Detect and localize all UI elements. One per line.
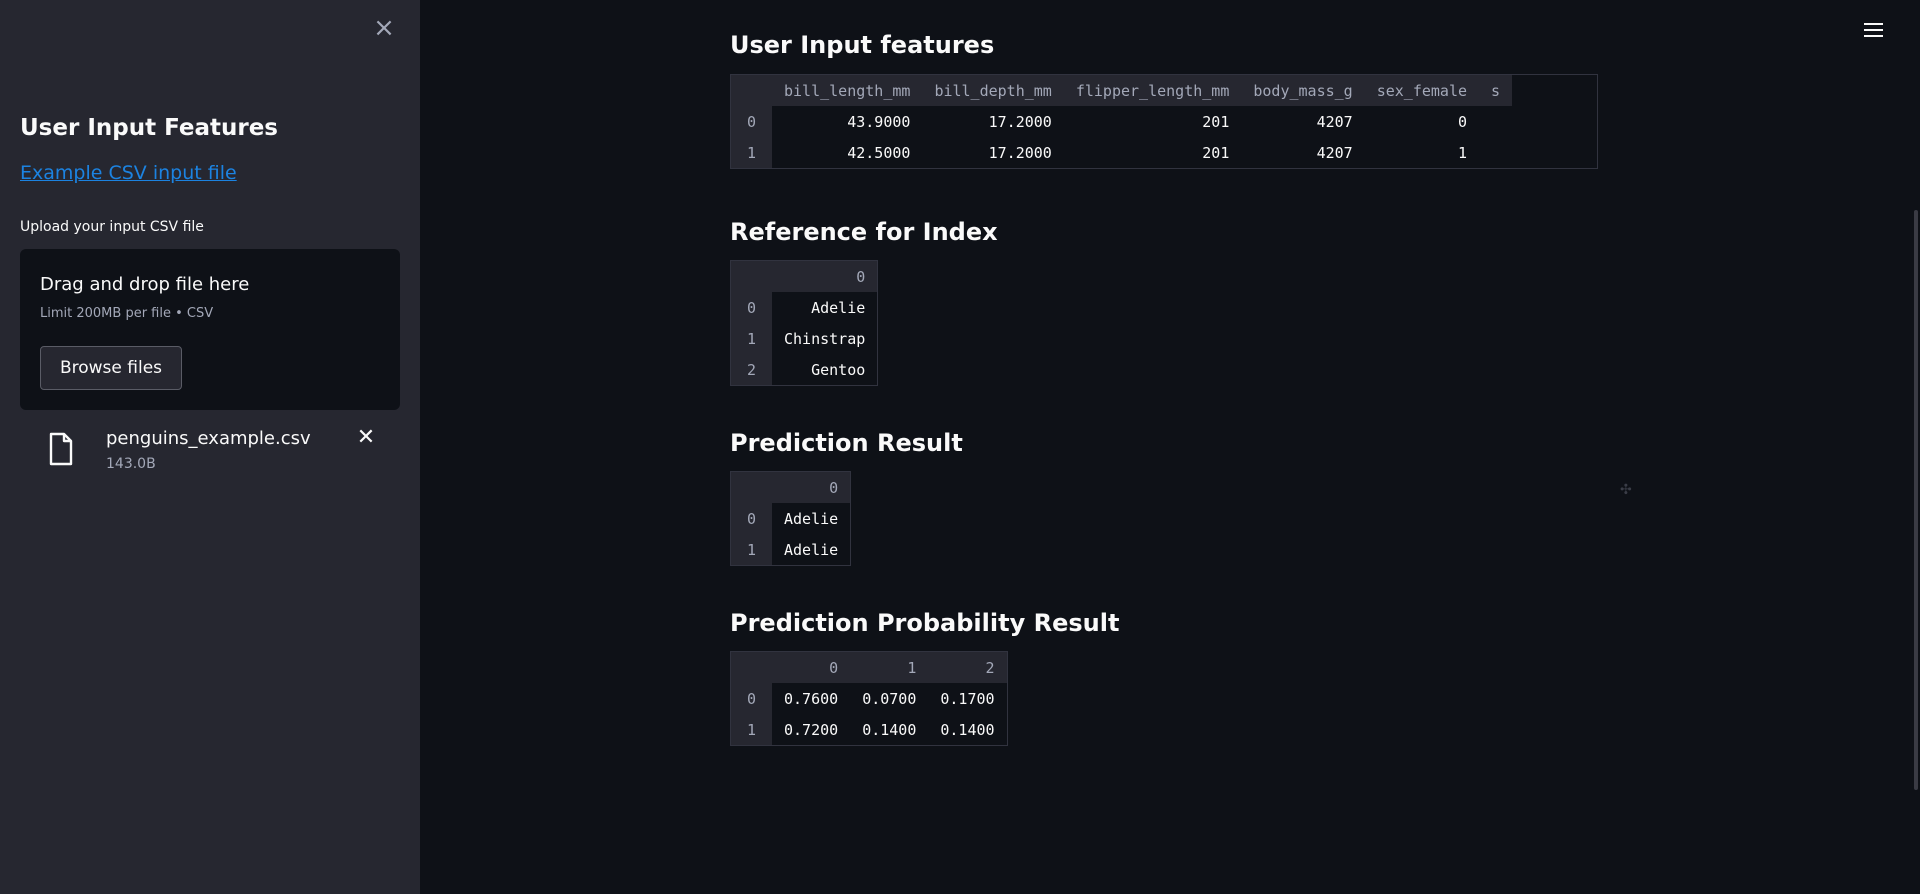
column-header[interactable]: 2: [928, 652, 1007, 683]
table-cell[interactable]: [1479, 106, 1512, 137]
index-header: [731, 75, 772, 106]
table-row: 0 Adelie: [731, 503, 850, 534]
table-cell[interactable]: [1479, 137, 1512, 168]
section-title-prediction: Prediction Result: [730, 429, 963, 457]
table-cell[interactable]: Adelie: [772, 503, 850, 534]
section-title-user-input: User Input features: [730, 31, 995, 59]
table-row: 1 Adelie: [731, 534, 850, 565]
table-row: 0 0.7600 0.0700 0.1700: [731, 683, 1007, 714]
table-row: 1 0.7200 0.1400 0.1400: [731, 714, 1007, 745]
table-cell[interactable]: 0.7200: [772, 714, 850, 745]
remove-file-icon[interactable]: ✕: [354, 426, 378, 450]
uploaded-file: penguins_example.csv 143.0B ✕: [20, 420, 400, 480]
index-header: [731, 472, 772, 503]
row-index: 1: [731, 137, 772, 168]
table-cell[interactable]: 201: [1064, 106, 1242, 137]
column-header[interactable]: body_mass_g: [1241, 75, 1365, 106]
table-cell[interactable]: 1: [1365, 137, 1479, 168]
row-index: 0: [731, 106, 772, 137]
table-cell[interactable]: Adelie: [772, 292, 877, 323]
table-cell[interactable]: 17.2000: [922, 137, 1063, 168]
dropzone-title: Drag and drop file here: [40, 274, 250, 295]
row-index: 1: [731, 714, 772, 745]
sidebar: × User Input Features Example CSV input …: [0, 0, 420, 894]
sidebar-title: User Input Features: [20, 115, 278, 141]
file-size: 143.0B: [106, 456, 156, 472]
row-index: 0: [731, 292, 772, 323]
section-title-probability: Prediction Probability Result: [730, 609, 1120, 637]
table-row: 0 Adelie: [731, 292, 877, 323]
reference-dataframe: 0 0 Adelie 1 Chinstrap 2 Gentoo: [730, 260, 879, 386]
row-index: 2: [731, 354, 772, 385]
user-input-dataframe: bill_length_mm bill_depth_mm flipper_lengt…: [730, 74, 1598, 169]
file-dropzone[interactable]: Drag and drop file here Limit 200MB per …: [20, 249, 400, 410]
table-cell[interactable]: Adelie: [772, 534, 850, 565]
table-cell[interactable]: 42.5000: [772, 137, 922, 168]
row-index: 0: [731, 683, 772, 714]
table-row: 2 Gentoo: [731, 354, 877, 385]
column-header[interactable]: 0: [772, 261, 878, 292]
index-header: [731, 261, 772, 292]
table-cell[interactable]: 0.1400: [928, 714, 1006, 745]
close-sidebar-icon[interactable]: ×: [372, 15, 396, 41]
column-header[interactable]: bill_length_mm: [772, 75, 923, 106]
index-header: [731, 652, 772, 683]
column-header[interactable]: bill_depth_mm: [922, 75, 1064, 106]
dropzone-subtitle: Limit 200MB per file • CSV: [40, 306, 214, 321]
table-cell[interactable]: 201: [1064, 137, 1242, 168]
scrollbar[interactable]: [1914, 210, 1918, 790]
table-cell[interactable]: 43.9000: [772, 106, 922, 137]
loading-icon: ✣: [1620, 482, 1632, 498]
row-index: 0: [731, 503, 772, 534]
table-row: 1 42.5000 17.2000 201 4207 1: [731, 137, 1512, 168]
table-cell[interactable]: 17.2000: [922, 106, 1063, 137]
table-cell[interactable]: 0.1700: [928, 683, 1006, 714]
table-cell[interactable]: Gentoo: [772, 354, 877, 385]
file-name: penguins_example.csv: [106, 428, 311, 449]
probability-dataframe: 0 1 2 0 0.7600 0.0700 0.1700 1 0.7200 0.1400 0.140…: [730, 651, 1008, 746]
hamburger-menu-icon[interactable]: [1864, 20, 1886, 42]
file-icon: [49, 432, 73, 466]
column-header[interactable]: flipper_length_mm: [1063, 75, 1242, 106]
column-header[interactable]: s: [1479, 75, 1513, 106]
upload-label: Upload your input CSV file: [20, 219, 204, 235]
prediction-dataframe: 0 0 Adelie 1 Adelie: [730, 471, 852, 566]
table-cell[interactable]: 4207: [1241, 106, 1364, 137]
table-cell[interactable]: 4207: [1241, 137, 1364, 168]
table-cell[interactable]: 0.0700: [850, 683, 928, 714]
column-header[interactable]: 1: [850, 652, 929, 683]
row-index: 1: [731, 323, 772, 354]
table-cell[interactable]: 0.1400: [850, 714, 928, 745]
section-title-reference: Reference for Index: [730, 218, 998, 246]
column-header[interactable]: sex_female: [1364, 75, 1480, 106]
column-header[interactable]: 0: [772, 652, 851, 683]
browse-files-button[interactable]: Browse files: [40, 346, 182, 390]
column-header[interactable]: 0: [772, 472, 851, 503]
row-index: 1: [731, 534, 772, 565]
table-cell[interactable]: 0.7600: [772, 683, 850, 714]
table-cell[interactable]: 0: [1365, 106, 1479, 137]
example-csv-link[interactable]: Example CSV input file: [20, 162, 237, 184]
table-row: 0 43.9000 17.2000 201 4207 0: [731, 106, 1512, 137]
table-cell[interactable]: Chinstrap: [772, 323, 877, 354]
table-row: 1 Chinstrap: [731, 323, 877, 354]
